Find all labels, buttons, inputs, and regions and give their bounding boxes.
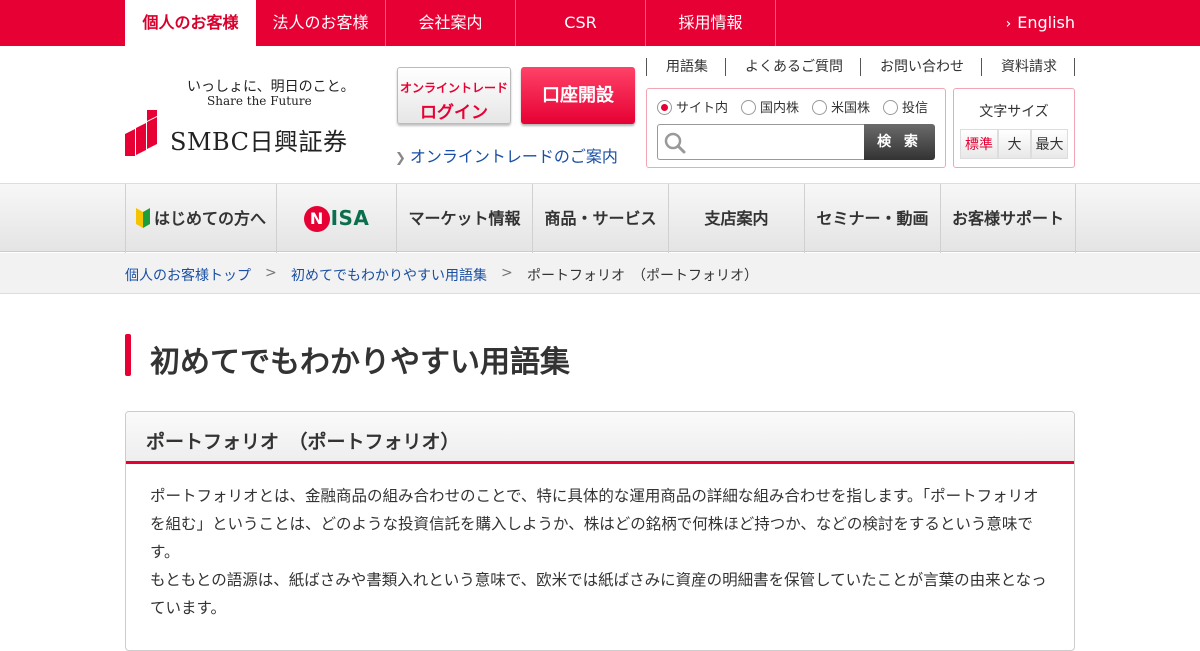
nav-products-services[interactable]: 商品・サービス — [532, 184, 668, 253]
tab-personal[interactable]: 個人のお客様 — [125, 0, 256, 46]
logo-tagline-en: Share the Future — [207, 94, 312, 108]
chevron-right-icon: ❯ — [395, 151, 406, 166]
radio-icon — [812, 100, 827, 115]
breadcrumb: 個人のお客様トップ > 初めてでもわかりやすい用語集 > ポートフォリオ （ポー… — [0, 253, 1200, 294]
utility-link-glossary[interactable]: 用語集 — [646, 58, 708, 76]
online-trade-login-button[interactable]: オンライントレード ログイン — [397, 67, 511, 124]
nav-market-info[interactable]: マーケット情報 — [396, 184, 532, 253]
nav-beginner[interactable]: はじめての方へ — [125, 184, 276, 253]
online-trade-guide-link[interactable]: ❯ オンライントレードのご案内 — [395, 143, 618, 167]
utility-link-faq[interactable]: よくあるご質問 — [725, 58, 843, 76]
breadcrumb-current: ポートフォリオ （ポートフォリオ） — [527, 268, 758, 284]
search-icon — [664, 132, 686, 154]
breadcrumb-glossary[interactable]: 初めてでもわかりやすい用語集 — [291, 265, 487, 285]
breadcrumb-separator: > — [501, 265, 513, 281]
title-accent-bar — [125, 334, 131, 376]
radio-icon — [883, 100, 898, 115]
font-size-largest[interactable]: 最大 — [1031, 129, 1068, 159]
utility-link-brochure[interactable]: 資料請求 — [981, 58, 1057, 76]
font-size-standard[interactable]: 標準 — [960, 129, 998, 159]
online-trade-guide-label: オンライントレードのご案内 — [409, 147, 618, 166]
search-scope-domestic-stock[interactable]: 国内株 — [741, 97, 799, 116]
logo-company-name[interactable]: SMBC日興証券 — [170, 122, 347, 157]
term-header: ポートフォリオ （ポートフォリオ） — [126, 412, 1074, 464]
english-link[interactable]: › English — [1006, 0, 1075, 46]
breadcrumb-personal-top[interactable]: 個人のお客様トップ — [125, 265, 251, 285]
nisa-logo-text: ISA — [330, 206, 370, 230]
english-label: English — [1017, 13, 1075, 32]
smbc-logo-mark-icon[interactable] — [125, 110, 158, 156]
logo-tagline-ja: いっしょに、明日のこと。 — [187, 79, 355, 95]
chevron-right-icon: › — [1005, 16, 1012, 32]
nisa-logo-icon: N — [303, 206, 330, 232]
nav-divider — [1075, 184, 1076, 253]
radio-icon — [741, 100, 756, 115]
font-size-label: 文字サイズ — [979, 104, 1049, 120]
font-size-large[interactable]: 大 — [998, 129, 1031, 159]
open-account-button[interactable]: 口座開設 — [521, 67, 635, 124]
nav-nisa[interactable]: N ISA — [276, 184, 396, 253]
login-button-line2: ログイン — [420, 103, 488, 123]
utility-link-contact[interactable]: お問い合わせ — [860, 58, 964, 76]
tab-csr[interactable]: CSR — [516, 0, 646, 46]
search-scope-site[interactable]: サイト内 — [657, 97, 728, 116]
nav-branches[interactable]: 支店案内 — [668, 184, 804, 253]
utility-divider — [1074, 58, 1075, 76]
glossary-term-card: ポートフォリオ （ポートフォリオ） ポートフォリオとは、金融商品の組み合わせのこ… — [125, 411, 1075, 651]
nav-customer-support[interactable]: お客様サポート — [940, 184, 1075, 253]
font-size-panel: 文字サイズ 標準 大 最大 — [953, 88, 1075, 168]
page-title: 初めてでもわかりやすい用語集 — [150, 345, 570, 380]
tab-company-info[interactable]: 会社案内 — [386, 0, 516, 46]
nav-seminars-videos[interactable]: セミナー・動画 — [804, 184, 940, 253]
nav-beginner-label: はじめての方へ — [153, 209, 266, 228]
tab-corporate[interactable]: 法人のお客様 — [256, 0, 386, 46]
definition-paragraph: もともとの語源は、紙ばさみや書類入れという意味で、欧米では紙ばさみに資産の明細書… — [150, 571, 1047, 617]
breadcrumb-separator: > — [265, 265, 277, 281]
search-button[interactable]: 検 索 — [864, 124, 935, 160]
term-definition: ポートフォリオとは、金融商品の組み合わせのことで、特に具体的な運用商品の詳細な組… — [150, 482, 1050, 622]
search-input[interactable] — [657, 124, 865, 160]
main-nav: はじめての方へ N ISA マーケット情報 商品・サービス 支店案内 セミナー・動… — [0, 183, 1200, 253]
search-scope-fund[interactable]: 投信 — [883, 97, 928, 116]
search-scope-us-stock[interactable]: 米国株 — [812, 97, 870, 116]
search-panel: サイト内 国内株 米国株 投信 検 索 — [646, 88, 946, 168]
tab-recruit[interactable]: 採用情報 — [646, 0, 776, 46]
top-nav-bar: 個人のお客様 法人のお客様 会社案内 CSR 採用情報 › English — [0, 0, 1200, 46]
definition-paragraph: ポートフォリオとは、金融商品の組み合わせのことで、特に具体的な運用商品の詳細な組… — [150, 487, 1039, 561]
beginner-mark-icon — [135, 208, 150, 228]
radio-selected-icon — [657, 100, 672, 115]
term-title: ポートフォリオ （ポートフォリオ） — [146, 431, 460, 453]
login-button-line1: オンライントレード — [399, 81, 508, 95]
